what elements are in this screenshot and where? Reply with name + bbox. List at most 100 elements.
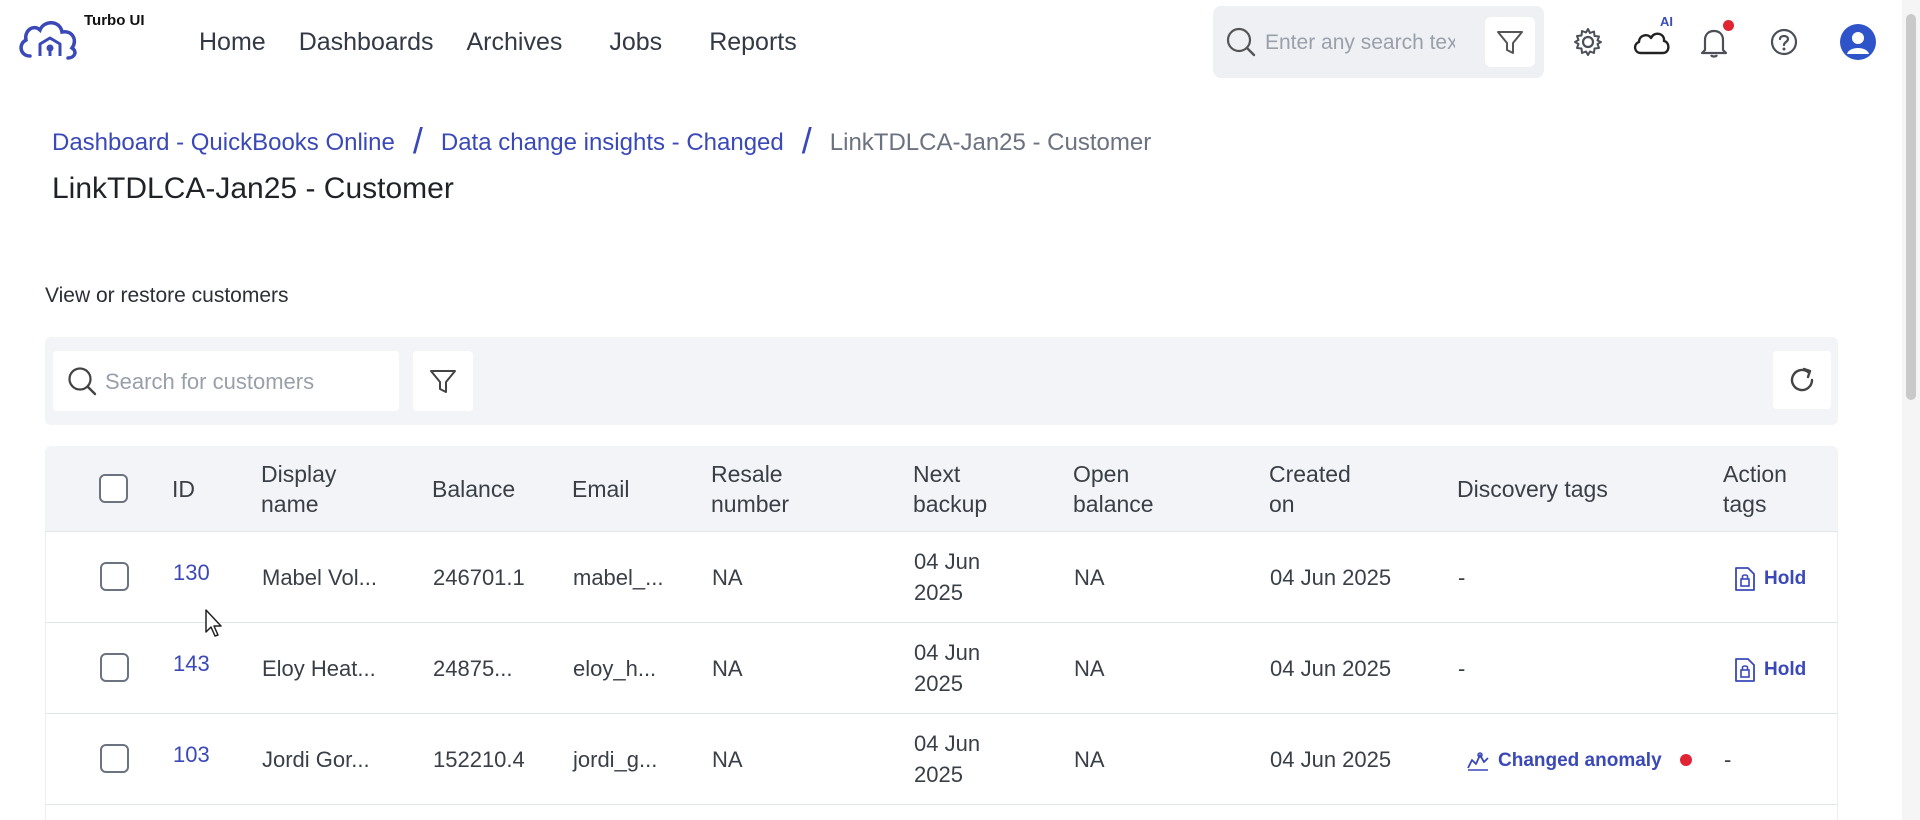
cell-line: 04 Jun xyxy=(914,640,981,665)
cell-line: 2025 xyxy=(914,671,963,696)
global-search-input[interactable] xyxy=(1265,28,1455,58)
breadcrumb-link-dashboard[interactable]: Dashboard - QuickBooks Online xyxy=(52,129,395,157)
hold-label: Hold xyxy=(1764,659,1807,680)
column-header-id[interactable]: ID xyxy=(172,474,195,504)
table-row-partial xyxy=(45,805,1838,820)
column-header-balance[interactable]: Balance xyxy=(432,474,515,504)
hold-document-icon xyxy=(1735,566,1755,591)
table-toolbar xyxy=(45,337,1838,425)
turbo-ui-logo-icon[interactable] xyxy=(16,12,86,66)
nav-item-jobs[interactable]: Jobs xyxy=(609,28,662,57)
open-balance-cell: NA xyxy=(1074,656,1105,681)
main-nav: Home Dashboards Archives Jobs Reports xyxy=(199,28,830,57)
global-search-box xyxy=(1213,6,1544,78)
page-scrollbar[interactable] xyxy=(1902,0,1920,820)
breadcrumb-separator: / xyxy=(412,120,423,161)
header-line: Resale xyxy=(711,461,783,487)
row-checkbox[interactable] xyxy=(100,744,129,773)
breadcrumb: Dashboard - QuickBooks Online / Data cha… xyxy=(52,120,1152,164)
open-balance-cell: NA xyxy=(1074,565,1105,590)
row-checkbox[interactable] xyxy=(100,653,129,682)
header-line: Next xyxy=(913,461,961,487)
column-header-action-tags[interactable]: Action tags xyxy=(1723,459,1787,519)
select-all-checkbox[interactable] xyxy=(99,474,128,503)
hold-document-icon xyxy=(1735,657,1755,682)
bell-icon xyxy=(1700,29,1728,58)
discovery-tags-cell: - xyxy=(1458,656,1466,681)
nav-item-dashboards[interactable]: Dashboards xyxy=(299,28,434,57)
table-filter-button[interactable] xyxy=(413,351,473,411)
changed-anomaly-tag[interactable]: Changed anomaly xyxy=(1466,745,1662,776)
notification-badge xyxy=(1723,20,1734,31)
ai-cloud-icon xyxy=(1633,32,1670,55)
help-button[interactable] xyxy=(1766,24,1802,60)
section-label: View or restore customers xyxy=(45,284,289,307)
created-on-cell: 04 Jun 2025 xyxy=(1270,565,1392,590)
breadcrumb-link-data-change-insights[interactable]: Data change insights - Changed xyxy=(441,129,784,157)
top-navigation-bar: Turbo UI Home Dashboards Archives Jobs R… xyxy=(0,0,1920,86)
display-name-cell: Jordi Gor... xyxy=(262,747,370,772)
user-avatar-button[interactable] xyxy=(1840,24,1876,60)
display-name-cell: Mabel Vol... xyxy=(262,565,377,590)
header-line: Display xyxy=(261,461,337,487)
anomaly-status-dot xyxy=(1680,754,1692,766)
hold-label: Hold xyxy=(1764,568,1807,589)
column-header-discovery-tags[interactable]: Discovery tags xyxy=(1457,474,1608,504)
breadcrumb-separator: / xyxy=(801,120,812,161)
user-avatar-icon xyxy=(1847,32,1869,54)
email-cell: eloy_h... xyxy=(573,656,657,681)
created-on-cell: 04 Jun 2025 xyxy=(1270,656,1392,681)
breadcrumb-current: LinkTDLCA-Jan25 - Customer xyxy=(829,129,1152,156)
global-filter-button[interactable] xyxy=(1485,17,1535,67)
email-cell: jordi_g... xyxy=(573,747,658,772)
header-line: backup xyxy=(913,491,988,517)
display-name-cell: Eloy Heat... xyxy=(262,656,376,681)
filter-icon xyxy=(1497,31,1523,54)
column-header-email[interactable]: Email xyxy=(572,474,630,504)
column-header-resale-number[interactable]: Resale number xyxy=(711,459,789,519)
column-header-display-name[interactable]: Display name xyxy=(261,459,336,519)
customer-id-link[interactable]: 143 xyxy=(173,648,210,679)
customer-search-input[interactable] xyxy=(105,368,385,396)
balance-cell: 24875... xyxy=(433,656,513,681)
header-line: name xyxy=(261,491,319,517)
table-row[interactable]: 103 Jordi Gor... 152210.4 jordi_g... NA … xyxy=(45,714,1838,805)
resale-number-cell: NA xyxy=(712,565,743,590)
email-cell: mabel_... xyxy=(573,565,664,590)
nav-item-home[interactable]: Home xyxy=(199,28,266,57)
scrollbar-thumb[interactable] xyxy=(1906,14,1916,400)
customer-id-link[interactable]: 130 xyxy=(173,557,210,588)
cell-line: 04 Jun xyxy=(914,731,981,756)
header-line: balance xyxy=(1073,491,1154,517)
refresh-icon xyxy=(1790,367,1814,392)
next-backup-cell: 04 Jun 2025 xyxy=(914,546,980,608)
refresh-button[interactable] xyxy=(1773,351,1831,409)
table-row[interactable]: 143 Eloy Heat... 24875... eloy_h... NA 0… xyxy=(45,623,1838,714)
search-icon xyxy=(1226,27,1256,57)
table-row[interactable]: 130 Mabel Vol... 246701.1 mabel_... NA 0… xyxy=(45,532,1838,623)
balance-cell: 152210.4 xyxy=(433,747,525,772)
next-backup-cell: 04 Jun 2025 xyxy=(914,728,980,790)
column-header-next-backup[interactable]: Next backup xyxy=(913,459,987,519)
column-header-created-on[interactable]: Created on xyxy=(1269,459,1351,519)
cell-line: 04 Jun xyxy=(914,549,981,574)
nav-item-reports[interactable]: Reports xyxy=(709,28,797,57)
header-line: Open xyxy=(1073,461,1130,487)
cell-line: 2025 xyxy=(914,580,963,605)
app-name: Turbo UI xyxy=(84,12,145,29)
action-tags-cell: - xyxy=(1724,747,1732,772)
ai-assistant-button[interactable] xyxy=(1630,24,1672,60)
column-header-open-balance[interactable]: Open balance xyxy=(1073,459,1154,519)
help-icon xyxy=(1770,28,1798,56)
gear-icon xyxy=(1574,28,1602,56)
row-checkbox[interactable] xyxy=(100,562,129,591)
settings-button[interactable] xyxy=(1570,24,1606,60)
ai-label: AI xyxy=(1660,14,1673,29)
nav-item-archives[interactable]: Archives xyxy=(467,28,563,57)
header-line: Created xyxy=(1269,461,1351,487)
hold-action-tag[interactable]: Hold xyxy=(1734,654,1806,685)
customer-id-link[interactable]: 103 xyxy=(173,739,210,770)
resale-number-cell: NA xyxy=(712,656,743,681)
open-balance-cell: NA xyxy=(1074,747,1105,772)
hold-action-tag[interactable]: Hold xyxy=(1734,563,1806,594)
